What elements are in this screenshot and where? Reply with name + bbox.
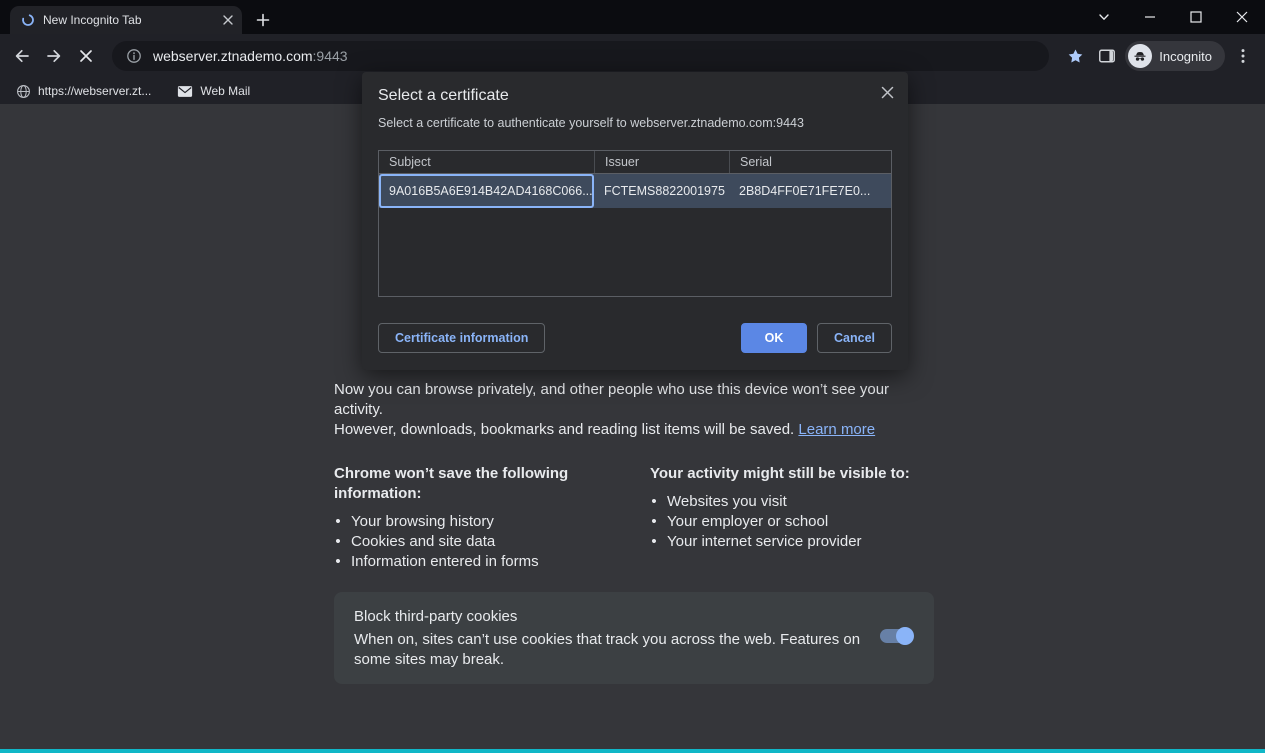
bookmark-label: Web Mail bbox=[200, 84, 250, 98]
block-cookies-description: When on, sites can’t use cookies that tr… bbox=[354, 630, 889, 670]
tab-search-chevron-button[interactable] bbox=[1081, 0, 1127, 34]
plus-icon bbox=[256, 13, 270, 27]
tab-strip: New Incognito Tab bbox=[0, 0, 1265, 34]
block-cookies-card: Block third-party cookies When on, sites… bbox=[334, 592, 934, 684]
visible-to-heading: Your activity might still be visible to: bbox=[650, 464, 934, 484]
bullet-dot: • bbox=[334, 532, 342, 552]
certificate-table: Subject Issuer Serial 9A016B5A6E914B42AD… bbox=[378, 150, 892, 297]
incognito-avatar bbox=[1128, 44, 1152, 68]
bullet-dot: • bbox=[334, 552, 342, 572]
minimize-icon bbox=[1144, 11, 1156, 23]
intro-line-1: Now you can browse privately, and other … bbox=[334, 381, 889, 418]
forward-icon bbox=[44, 46, 64, 66]
globe-icon bbox=[16, 84, 31, 99]
toggle-knob bbox=[896, 627, 914, 645]
url-host: webserver.ztnademo.com bbox=[153, 48, 313, 64]
wont-save-column: Chrome won’t save the following informat… bbox=[334, 464, 650, 572]
forward-button[interactable] bbox=[40, 42, 68, 70]
wont-save-heading: Chrome won’t save the following informat… bbox=[334, 464, 650, 504]
certificate-subject-cell: 9A016B5A6E914B42AD4168C066... bbox=[379, 174, 594, 208]
maximize-window-button[interactable] bbox=[1173, 0, 1219, 34]
certificate-issuer-cell: FCTEMS8822001975 bbox=[594, 174, 729, 208]
column-header-subject: Subject bbox=[379, 151, 594, 173]
certificate-serial-cell: 2B8D4FF0E71FE7E0... bbox=[729, 174, 891, 208]
stop-icon bbox=[77, 47, 95, 65]
list-item: • Cookies and site data bbox=[334, 532, 650, 552]
bullet-dot: • bbox=[650, 492, 658, 512]
chevron-down-icon bbox=[1097, 10, 1111, 24]
mail-icon bbox=[177, 85, 193, 98]
stop-loading-button[interactable] bbox=[72, 42, 100, 70]
bullet-dot: • bbox=[650, 512, 658, 532]
wont-save-list: • Your browsing history • Cookies and site… bbox=[334, 512, 650, 572]
bookmark-item-webserver[interactable]: https://webserver.zt... bbox=[8, 80, 159, 102]
certificate-table-header: Subject Issuer Serial bbox=[379, 151, 891, 174]
side-panel-button[interactable] bbox=[1093, 42, 1121, 70]
maximize-icon bbox=[1190, 11, 1202, 23]
list-item-label: Your browsing history bbox=[351, 512, 494, 532]
bookmark-label: https://webserver.zt... bbox=[38, 84, 151, 98]
list-item: • Your employer or school bbox=[650, 512, 934, 532]
list-item: • Your browsing history bbox=[334, 512, 650, 532]
dialog-actions: Certificate information OK Cancel bbox=[378, 323, 892, 353]
incognito-icon bbox=[1132, 48, 1148, 64]
url-text: webserver.ztnademo.com:9443 bbox=[153, 48, 348, 64]
close-window-button[interactable] bbox=[1219, 0, 1265, 34]
window-controls bbox=[1081, 0, 1265, 34]
visible-to-list: • Websites you visit • Your employer or sc… bbox=[650, 492, 934, 552]
list-item: • Information entered in forms bbox=[334, 552, 650, 572]
incognito-tab[interactable]: New Incognito Tab bbox=[10, 6, 242, 34]
url-port: :9443 bbox=[313, 48, 348, 64]
kebab-menu-icon bbox=[1234, 47, 1252, 65]
list-item: • Your internet service provider bbox=[650, 532, 934, 552]
dialog-title: Select a certificate bbox=[378, 87, 892, 105]
visible-to-column: Your activity might still be visible to:… bbox=[650, 464, 934, 572]
list-item-label: Cookies and site data bbox=[351, 532, 495, 552]
star-icon bbox=[1067, 48, 1084, 65]
list-item-label: Your employer or school bbox=[667, 512, 828, 532]
incognito-info-columns: Chrome won’t save the following informat… bbox=[334, 464, 934, 572]
list-item: • Websites you visit bbox=[650, 492, 934, 512]
close-icon bbox=[222, 14, 234, 26]
tab-close-button[interactable] bbox=[219, 12, 236, 29]
list-item-label: Your internet service provider bbox=[667, 532, 862, 552]
cancel-button[interactable]: Cancel bbox=[817, 323, 892, 353]
incognito-profile-badge[interactable]: Incognito bbox=[1125, 41, 1225, 71]
back-icon bbox=[12, 46, 32, 66]
bookmark-star-button[interactable] bbox=[1061, 42, 1089, 70]
taskbar-edge-strip bbox=[0, 749, 1265, 753]
certificate-row[interactable]: 9A016B5A6E914B42AD4168C066... FCTEMS8822… bbox=[379, 174, 891, 208]
tab-title: New Incognito Tab bbox=[43, 13, 211, 27]
close-icon bbox=[1236, 11, 1248, 23]
new-tab-button[interactable] bbox=[250, 7, 276, 33]
incognito-label: Incognito bbox=[1159, 49, 1212, 64]
dialog-subtitle: Select a certificate to authenticate you… bbox=[378, 116, 892, 130]
block-cookies-toggle[interactable] bbox=[880, 629, 912, 643]
minimize-window-button[interactable] bbox=[1127, 0, 1173, 34]
back-button[interactable] bbox=[8, 42, 36, 70]
tab-loading-spinner-icon bbox=[21, 13, 35, 27]
certificate-information-button[interactable]: Certificate information bbox=[378, 323, 545, 353]
dialog-close-button[interactable] bbox=[877, 82, 897, 102]
close-icon bbox=[881, 86, 894, 99]
browser-menu-button[interactable] bbox=[1229, 42, 1257, 70]
incognito-ntp: Now you can browse privately, and other … bbox=[334, 380, 934, 684]
ok-button[interactable]: OK bbox=[741, 323, 807, 353]
column-header-serial: Serial bbox=[729, 151, 891, 173]
bullet-dot: • bbox=[650, 532, 658, 552]
info-icon bbox=[126, 48, 142, 64]
incognito-intro: Now you can browse privately, and other … bbox=[334, 380, 934, 440]
learn-more-link[interactable]: Learn more bbox=[798, 421, 875, 438]
list-item-label: Information entered in forms bbox=[351, 552, 539, 572]
block-cookies-title: Block third-party cookies bbox=[354, 607, 914, 627]
bullet-dot: • bbox=[334, 512, 342, 532]
intro-line-2: However, downloads, bookmarks and readin… bbox=[334, 421, 794, 438]
side-panel-icon bbox=[1097, 46, 1117, 66]
column-header-issuer: Issuer bbox=[594, 151, 729, 173]
select-certificate-dialog: Select a certificate Select a certificat… bbox=[362, 72, 908, 370]
site-info-button[interactable] bbox=[124, 46, 144, 66]
list-item-label: Websites you visit bbox=[667, 492, 787, 512]
bookmark-item-webmail[interactable]: Web Mail bbox=[169, 80, 258, 102]
address-bar[interactable]: webserver.ztnademo.com:9443 bbox=[112, 41, 1049, 71]
